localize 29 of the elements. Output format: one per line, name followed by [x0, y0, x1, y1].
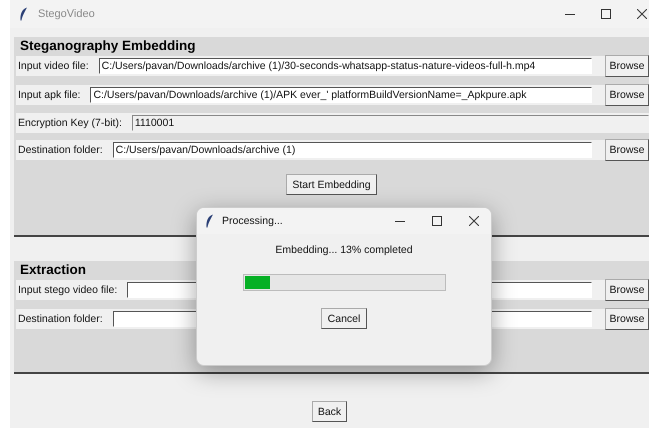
browse-button[interactable]: Browse: [605, 84, 649, 106]
browse-button[interactable]: Browse: [605, 55, 649, 77]
dialog-title: Processing...: [222, 215, 284, 227]
start-embedding-button[interactable]: Start Embedding: [286, 174, 377, 195]
maximize-icon[interactable]: [432, 216, 442, 226]
path-field[interactable]: C:/Users/pavan/Downloads/archive (1)/30-seconds-whatsapp-status-nature-videos-full-h.mp4: [98, 58, 592, 74]
path-field[interactable]: C:/Users/pavan/Downloads/archive (1): [112, 142, 592, 158]
maximize-icon[interactable]: [601, 9, 611, 19]
feather-icon: [19, 7, 28, 21]
section-title: Steganography Embedding: [19, 37, 196, 54]
field-label: Input video file:: [18, 60, 89, 72]
browse-button[interactable]: Browse: [605, 308, 649, 330]
field-label: Input stego video file:: [18, 284, 118, 296]
field-label: Encryption Key (7-bit):: [18, 117, 122, 129]
feather-icon: [205, 214, 214, 228]
back-button[interactable]: Back: [312, 401, 348, 422]
section-title: Extraction: [19, 261, 86, 278]
key-field[interactable]: 1110001: [132, 115, 649, 131]
path-field[interactable]: C:/Users/pavan/Downloads/archive (1)/APK ever_' platformBuildVersionName=_Apkpure.apk: [90, 87, 592, 103]
cancel-button[interactable]: Cancel: [320, 308, 368, 329]
field-label: Destination folder:: [18, 313, 103, 325]
progress-message: Embedding... 13% completed: [275, 244, 413, 256]
close-icon[interactable]: [469, 216, 479, 226]
window-title: StegoVideo: [38, 8, 96, 20]
close-icon[interactable]: [637, 9, 647, 19]
field-label: Input apk file:: [18, 89, 80, 101]
browse-button[interactable]: Browse: [605, 139, 649, 161]
field-label: Destination folder:: [18, 144, 103, 156]
browse-button[interactable]: Browse: [605, 279, 649, 301]
